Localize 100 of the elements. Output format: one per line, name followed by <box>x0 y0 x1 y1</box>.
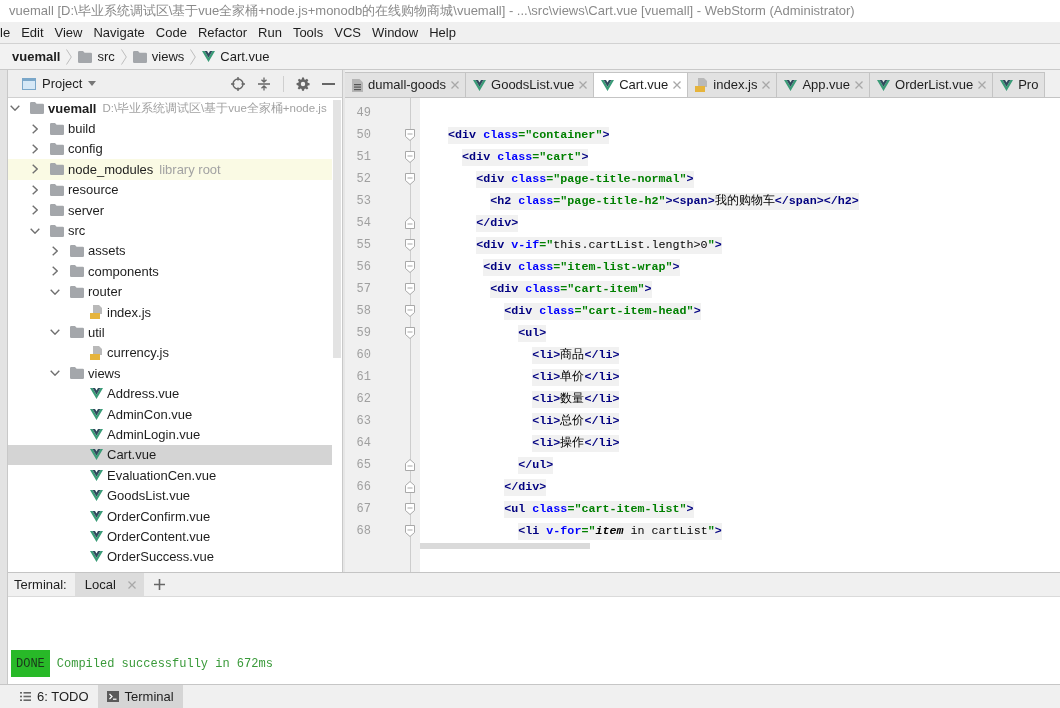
chevron-right-icon[interactable] <box>52 245 58 256</box>
tool-window-button[interactable]: Terminal <box>97 685 183 708</box>
chevron-right-icon[interactable] <box>32 164 38 175</box>
collapse-all-icon[interactable] <box>257 76 271 91</box>
fold-marker-icon[interactable] <box>405 327 415 339</box>
chevron-right-icon[interactable] <box>32 184 38 195</box>
fold-marker-icon[interactable] <box>405 239 415 251</box>
fold-marker-icon[interactable] <box>405 151 415 163</box>
fold-marker-icon[interactable] <box>405 173 415 185</box>
breadcrumb-item[interactable]: views <box>132 48 185 65</box>
folder-icon <box>50 183 64 196</box>
scrollbar-thumb[interactable] <box>333 100 341 358</box>
editor-tab[interactable]: GoodsList.vue <box>466 72 595 97</box>
editor-tab[interactable]: Cart.vue <box>594 72 689 97</box>
tree-item[interactable]: router <box>8 281 332 302</box>
folder-icon <box>70 367 84 380</box>
close-icon[interactable] <box>762 81 771 89</box>
close-icon[interactable] <box>855 81 864 89</box>
chevron-right-icon[interactable] <box>32 205 38 216</box>
terminal-output: Compiled successfully in 672ms <box>56 656 273 671</box>
fold-marker-icon[interactable] <box>405 503 415 515</box>
fold-marker-icon[interactable] <box>405 305 415 317</box>
editor-tab[interactable]: Pro <box>993 72 1046 97</box>
breadcrumb-item[interactable]: src <box>78 48 115 65</box>
editor-tab[interactable]: App.vue <box>777 72 871 97</box>
menu-item[interactable]: Run <box>258 24 282 41</box>
close-icon[interactable] <box>127 580 136 589</box>
tool-window-button[interactable]: 6: TODO <box>11 685 98 708</box>
close-icon[interactable] <box>673 81 682 89</box>
chevron-right-icon[interactable] <box>52 266 58 277</box>
tree-item[interactable]: util <box>8 322 332 343</box>
tree-item[interactable]: assets <box>8 240 332 262</box>
editor-tab[interactable]: dumall-goods <box>345 72 467 97</box>
tree-item[interactable]: build <box>8 118 332 139</box>
menu-item[interactable]: Help <box>429 24 456 41</box>
scrollbar-thumb[interactable] <box>420 543 590 549</box>
chevron-down-icon[interactable] <box>50 329 60 336</box>
fold-marker-icon[interactable] <box>405 459 415 471</box>
chevron-right-icon[interactable] <box>32 143 38 154</box>
project-view-dropdown[interactable]: Project <box>22 75 97 92</box>
breadcrumb-item[interactable]: Cart.vue <box>202 48 270 65</box>
terminal-tab[interactable]: Local <box>74 573 144 596</box>
editor-tab[interactable]: OrderList.vue <box>870 72 994 97</box>
terminal-icon <box>106 691 119 702</box>
settings-icon[interactable] <box>296 76 310 91</box>
tree-item[interactable]: src <box>8 220 332 241</box>
tree-item[interactable]: GoodsList.vue <box>8 485 332 506</box>
minimize-icon[interactable] <box>322 82 335 85</box>
tree-item[interactable]: views <box>8 363 332 384</box>
tree-item[interactable]: Cart.vue <box>8 444 332 466</box>
editor-tab[interactable]: index.js <box>688 72 778 97</box>
menu-item[interactable]: le <box>0 24 11 41</box>
fold-marker-icon[interactable] <box>405 481 415 493</box>
vue-logo-icon <box>90 530 103 542</box>
breadcrumb-item[interactable]: vuemall <box>12 48 61 65</box>
tree-item[interactable]: Address.vue <box>8 383 332 404</box>
close-icon[interactable] <box>579 81 588 89</box>
chevron-down-icon[interactable] <box>50 370 60 377</box>
chevron-icon <box>190 48 197 65</box>
menu-item[interactable]: Navigate <box>93 24 145 41</box>
folder-icon <box>50 204 64 217</box>
fold-marker-icon[interactable] <box>405 129 415 141</box>
menu-item[interactable]: Edit <box>21 24 44 41</box>
tree-item[interactable]: resource <box>8 179 332 200</box>
folder-icon <box>70 265 84 278</box>
line-number: 56 <box>355 260 371 274</box>
tree-item[interactable]: OrderContent.vue <box>8 526 332 547</box>
add-icon[interactable] <box>153 579 165 590</box>
close-icon[interactable] <box>451 81 460 89</box>
tree-item[interactable]: server <box>8 199 332 221</box>
vue-logo-icon <box>877 79 891 91</box>
tree-item[interactable]: components <box>8 261 332 282</box>
tree-item[interactable]: AdminLogin.vue <box>8 424 332 445</box>
tree-item[interactable]: EvaluationCen.vue <box>8 465 332 486</box>
menu-item[interactable]: Code <box>155 24 187 41</box>
tree-item[interactable]: node_modules library root <box>8 159 332 180</box>
menu-item[interactable]: View <box>54 24 83 41</box>
close-icon[interactable] <box>978 81 987 89</box>
fold-marker-icon[interactable] <box>405 283 415 295</box>
line-number: 53 <box>355 194 371 208</box>
tree-item[interactable]: OrderSuccess.vue <box>8 546 332 567</box>
chevron-down-icon[interactable] <box>50 288 60 295</box>
tree-item[interactable]: AdminCon.vue <box>8 403 332 425</box>
chevron-icon <box>120 48 127 65</box>
chevron-down-icon[interactable] <box>10 105 20 112</box>
crosshair-icon[interactable] <box>231 76 245 91</box>
fold-marker-icon[interactable] <box>405 525 415 537</box>
chevron-right-icon[interactable] <box>32 123 38 134</box>
chevron-down-icon[interactable] <box>30 227 40 234</box>
tree-item[interactable]: config <box>8 138 332 160</box>
menu-item[interactable]: Tools <box>292 24 324 41</box>
menu-item[interactable]: VCS <box>334 24 361 41</box>
menu-item[interactable]: Window <box>371 24 419 41</box>
tree-item[interactable]: currency.js <box>8 342 332 364</box>
fold-marker-icon[interactable] <box>405 261 415 273</box>
menu-item[interactable]: Refactor <box>197 24 247 41</box>
tree-item[interactable]: vuemall D:\毕业系统调试区\基于vue全家桶+node.js <box>8 98 332 119</box>
fold-marker-icon[interactable] <box>405 217 415 229</box>
tree-item[interactable]: index.js <box>8 301 332 323</box>
tree-item[interactable]: OrderConfirm.vue <box>8 505 332 527</box>
